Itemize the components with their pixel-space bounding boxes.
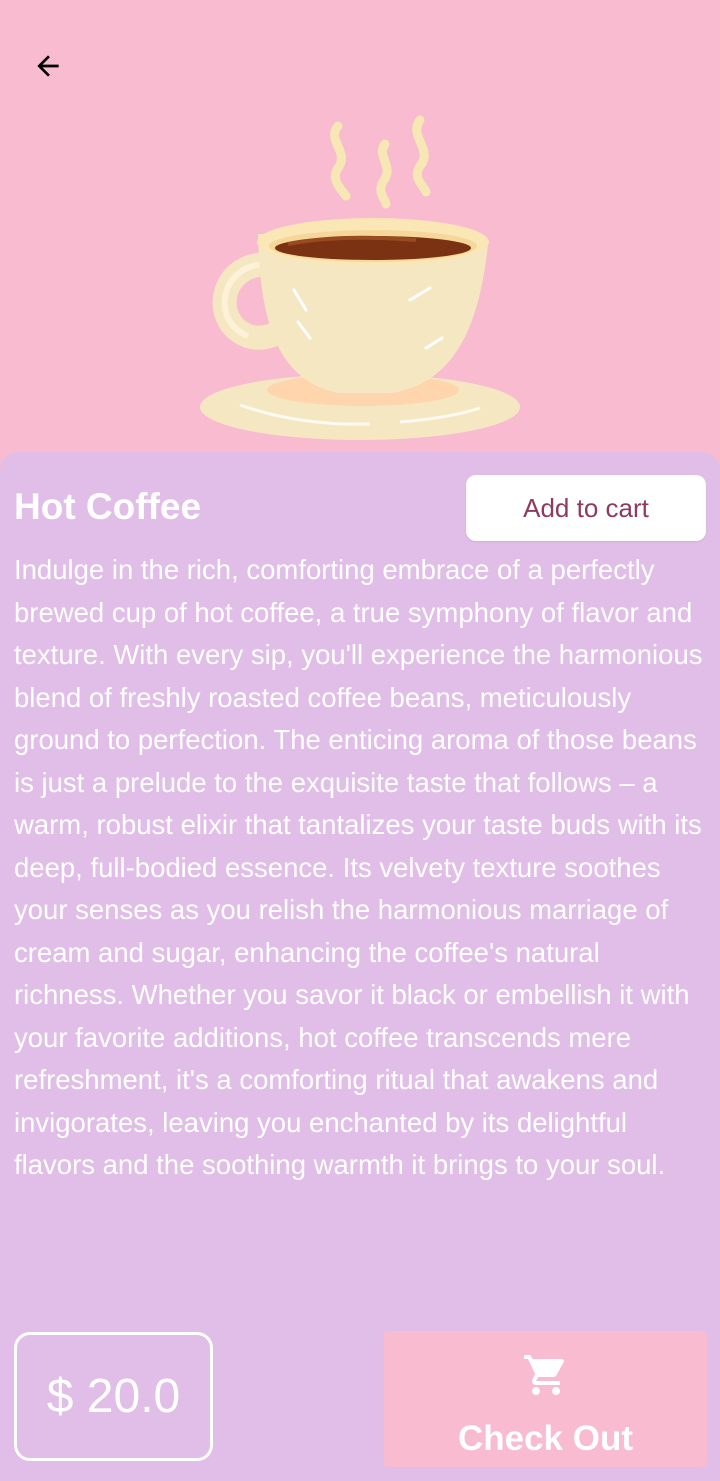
price-display: $ 20.0 <box>14 1332 213 1461</box>
product-description: Indulge in the rich, comforting embrace … <box>14 554 703 1180</box>
hot-coffee-image <box>200 115 520 440</box>
back-button[interactable] <box>24 42 72 90</box>
add-to-cart-button[interactable]: Add to cart <box>466 475 706 541</box>
checkout-label: Check Out <box>457 1419 634 1458</box>
shopping-cart-icon <box>523 1355 564 1395</box>
price-value: $ 20.0 <box>46 1370 181 1423</box>
steam-icon <box>330 115 431 209</box>
arrow-left-icon <box>37 55 59 77</box>
product-title: Hot Coffee <box>14 486 202 527</box>
checkout-button[interactable]: Check Out <box>384 1331 707 1467</box>
